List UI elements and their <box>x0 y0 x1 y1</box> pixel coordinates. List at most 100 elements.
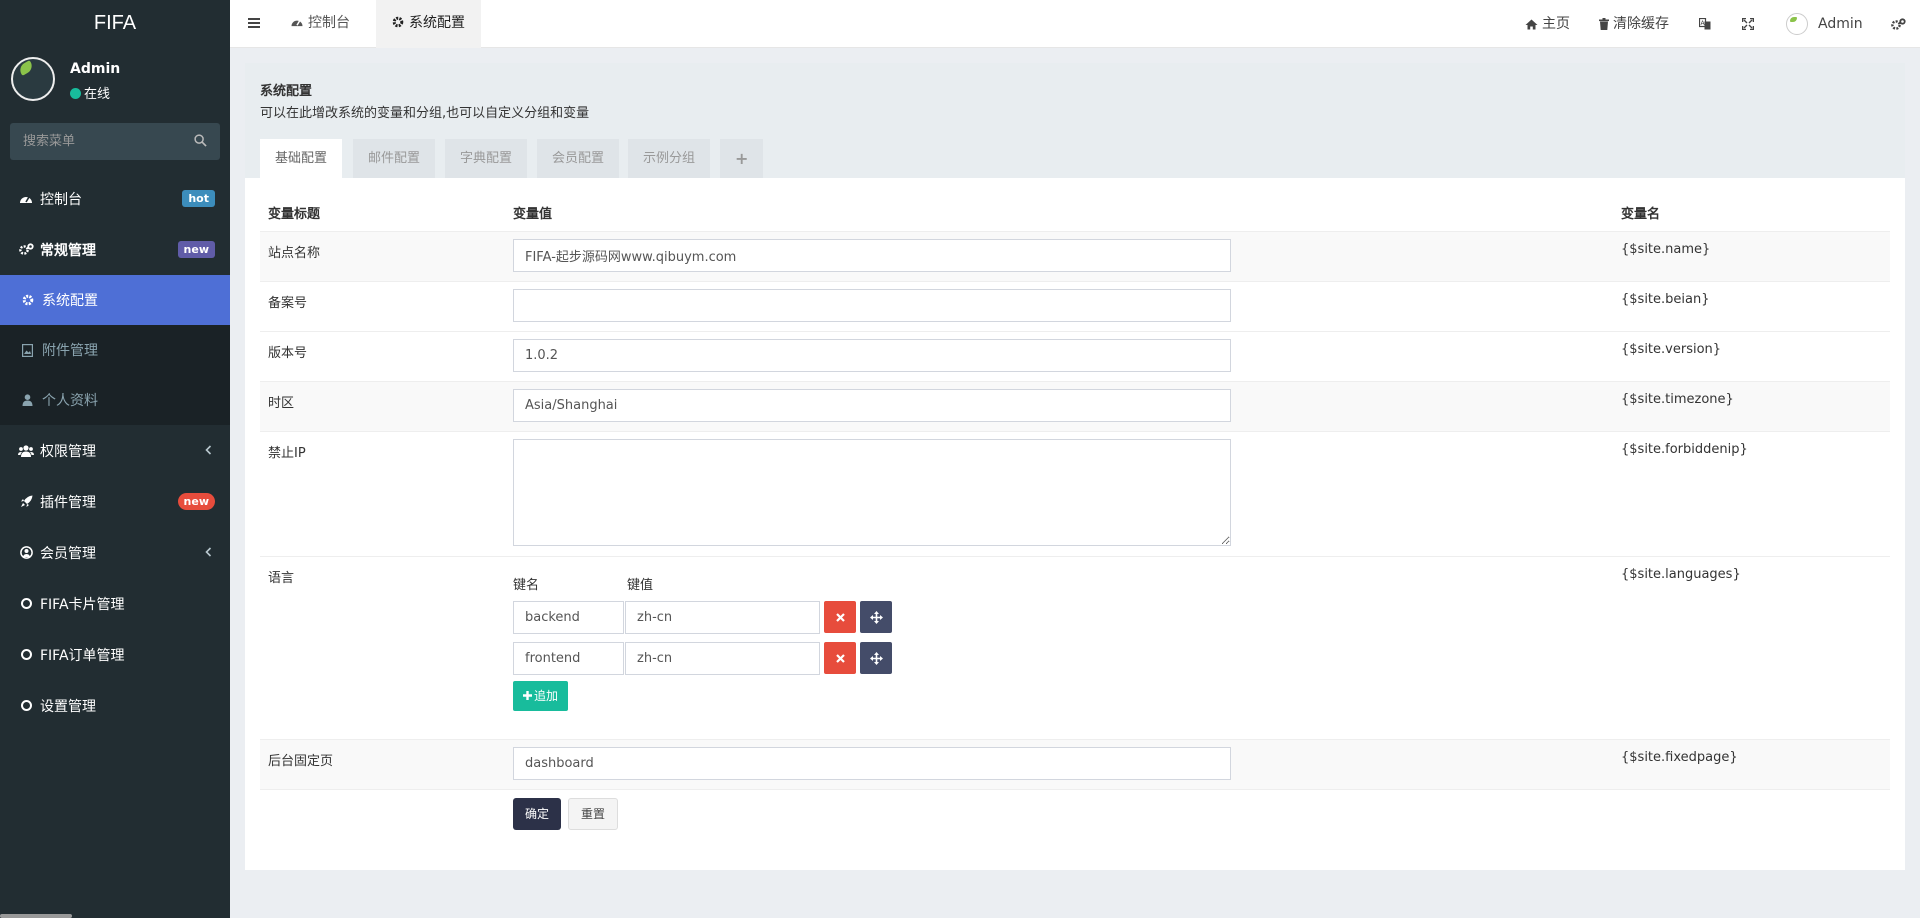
sidebar-item-addon[interactable]: 插件管理 new <box>0 476 230 527</box>
settings-button[interactable] <box>1891 0 1910 48</box>
row-var: {$site.forbiddenip} <box>1621 442 1748 457</box>
version-input[interactable] <box>513 339 1231 372</box>
sidebar-item-label: 常规管理 <box>40 242 96 259</box>
search-icon[interactable] <box>194 134 207 147</box>
close-icon <box>835 653 845 663</box>
trash-icon <box>1599 18 1609 30</box>
fullscreen-icon <box>1742 18 1754 30</box>
sidebar-item-member[interactable]: 会员管理 <box>0 527 230 578</box>
remove-row-button[interactable] <box>824 642 856 674</box>
online-dot-icon <box>70 88 81 99</box>
sidebar-item-settings[interactable]: 设置管理 <box>0 680 230 731</box>
admin-label: Admin <box>1818 16 1863 32</box>
sidebar-item-profile[interactable]: 个人资料 <box>0 375 230 425</box>
row-divider <box>260 331 1890 332</box>
tab-dictionary[interactable]: 字典配置 <box>445 139 528 178</box>
home-link[interactable]: 主页 <box>1525 0 1570 48</box>
forbidden-ip-textarea[interactable] <box>513 439 1231 546</box>
config-panel: 系统配置 可以在此增改系统的变量和分组,也可以自定义分组和变量 基础配置 邮件配… <box>245 63 1905 870</box>
user-avatar <box>11 57 55 101</box>
sidebar-item-label: FIFA卡片管理 <box>40 596 125 613</box>
sidebar-item-dashboard[interactable]: 控制台 hot <box>0 173 230 224</box>
close-icon <box>835 612 845 622</box>
sidebar-scrollbar[interactable] <box>0 914 72 918</box>
menu-toggle-icon[interactable] <box>246 15 262 31</box>
remove-row-button[interactable] <box>824 601 856 633</box>
submit-button[interactable]: 确定 <box>513 798 562 830</box>
language-value-input[interactable] <box>625 601 820 634</box>
sidebar-item-attachment[interactable]: 附件管理 <box>0 325 230 375</box>
menu-search <box>10 123 220 160</box>
move-icon <box>869 610 883 624</box>
sidebar-item-fifa-order[interactable]: FIFA订单管理 <box>0 629 230 680</box>
header-title: 变量标题 <box>268 207 321 222</box>
sidebar-menu: 控制台 hot 常规管理 new 系统配置 附件管理 个人资料 权限管理 插件管… <box>0 173 230 731</box>
sidebar-item-config[interactable]: 系统配置 <box>0 275 230 325</box>
value-header: 键值 <box>627 578 654 593</box>
group-icon <box>18 443 34 459</box>
sidebar-item-fifa-card[interactable]: FIFA卡片管理 <box>0 578 230 629</box>
app-logo[interactable]: FIFA <box>0 0 230 48</box>
sidebar-item-label: 控制台 <box>40 191 82 208</box>
header-value: 变量值 <box>513 207 553 222</box>
translate-icon: A <box>1699 18 1711 30</box>
tab-example[interactable]: 示例分组 <box>628 139 711 178</box>
tab-dashboard[interactable]: 控制台 <box>274 0 366 48</box>
site-name-input[interactable] <box>513 239 1231 272</box>
circle-icon <box>18 596 34 612</box>
tab-system-config[interactable]: 系统配置 <box>376 0 481 48</box>
new-badge: new <box>177 493 215 510</box>
page-title: 系统配置 <box>260 84 313 99</box>
language-key-input[interactable] <box>513 601 624 634</box>
sidebar-item-auth[interactable]: 权限管理 <box>0 425 230 476</box>
sidebar-item-label: 个人资料 <box>42 393 98 409</box>
drag-row-button[interactable] <box>860 601 892 633</box>
general-submenu: 系统配置 附件管理 个人资料 <box>0 275 230 425</box>
drag-row-button[interactable] <box>860 642 892 674</box>
row-label: 禁止IP <box>268 446 306 461</box>
panel-heading: 系统配置 可以在此增改系统的变量和分组,也可以自定义分组和变量 基础配置 邮件配… <box>245 63 1905 178</box>
menu-search-input[interactable] <box>10 123 180 160</box>
tab-label: 控制台 <box>308 15 350 31</box>
tab-email[interactable]: 邮件配置 <box>353 139 436 178</box>
header-name: 变量名 <box>1621 207 1661 222</box>
plus-icon <box>523 691 532 700</box>
circle-icon <box>18 698 34 714</box>
admin-avatar <box>1786 13 1808 35</box>
admin-menu[interactable]: Admin <box>1786 0 1863 48</box>
append-button[interactable]: 追加 <box>513 681 569 711</box>
tab-member[interactable]: 会员配置 <box>537 139 620 178</box>
sidebar: FIFA Admin 在线 控制台 hot 常规管理 new 系统配置 附件管理 <box>0 0 230 918</box>
sidebar-item-label: 系统配置 <box>42 293 98 309</box>
clear-cache-button[interactable]: 清除缓存 <box>1599 0 1669 48</box>
rocket-icon <box>18 494 34 510</box>
fullscreen-button[interactable] <box>1742 0 1758 48</box>
circle-icon <box>18 647 34 663</box>
row-var: {$site.beian} <box>1621 292 1710 307</box>
fixed-page-input[interactable] <box>513 747 1231 780</box>
hot-badge: hot <box>182 190 215 207</box>
row-var: {$site.timezone} <box>1621 392 1734 407</box>
user-status: 在线 <box>70 83 110 102</box>
sidebar-item-general[interactable]: 常规管理 new <box>0 224 230 275</box>
row-var: {$site.name} <box>1621 242 1711 257</box>
language-key-input[interactable] <box>513 642 624 675</box>
row-var: {$site.fixedpage} <box>1621 750 1738 765</box>
row-divider <box>260 231 1890 232</box>
row-label: 站点名称 <box>268 246 321 261</box>
clear-cache-label: 清除缓存 <box>1613 16 1669 32</box>
language-value-input[interactable] <box>625 642 820 675</box>
dashboard-icon <box>18 191 34 207</box>
tab-basic[interactable]: 基础配置 <box>260 139 343 178</box>
user-panel: Admin 在线 <box>0 48 230 128</box>
row-label: 语言 <box>268 571 295 586</box>
user-name: Admin <box>70 61 121 77</box>
gear-icon <box>22 294 36 306</box>
sidebar-item-label: 插件管理 <box>40 494 96 511</box>
beian-input[interactable] <box>513 289 1231 322</box>
row-label: 版本号 <box>268 346 308 361</box>
reset-button[interactable]: 重置 <box>568 798 619 830</box>
timezone-input[interactable] <box>513 389 1231 422</box>
translate-button[interactable]: A <box>1699 0 1715 48</box>
add-group-tab[interactable]: + <box>720 139 764 178</box>
